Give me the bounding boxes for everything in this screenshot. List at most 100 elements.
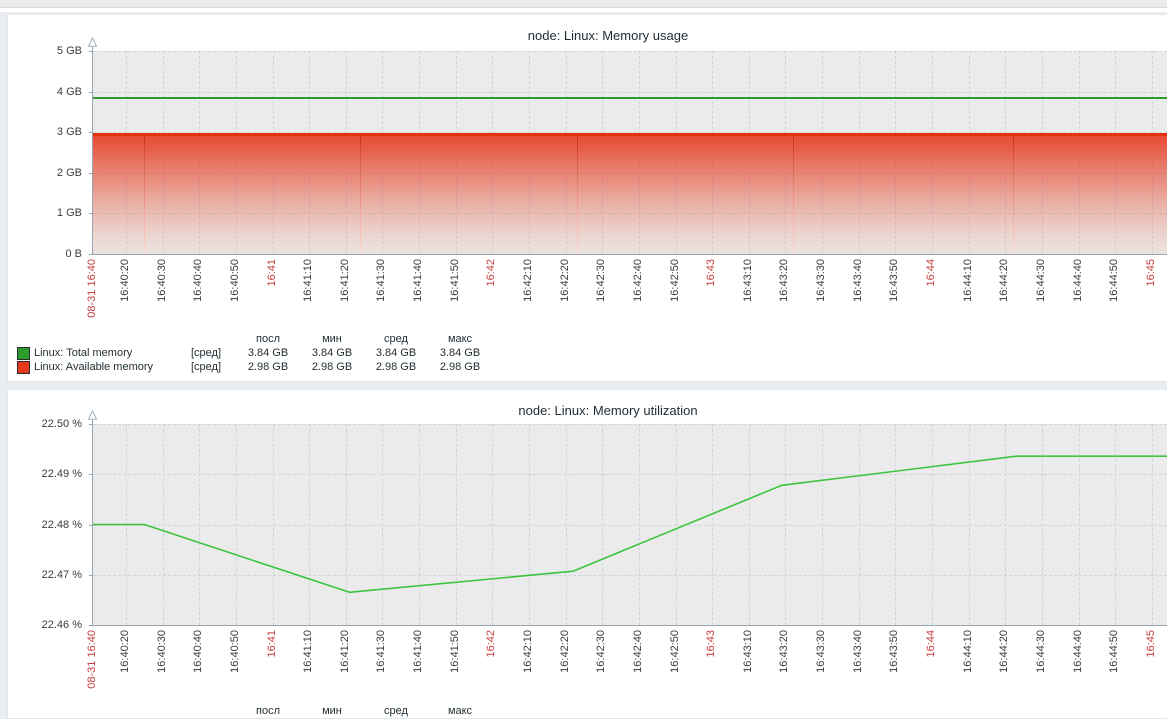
legend-aggregation: [сред] bbox=[191, 347, 236, 359]
y-tick-label: 22.47 % bbox=[8, 569, 82, 581]
x-tick-label: 16:44:10 bbox=[962, 259, 975, 302]
x-tick-label: 16:44:40 bbox=[1072, 630, 1085, 673]
legend-column-header: мин bbox=[300, 705, 364, 717]
y-axis-tick bbox=[89, 254, 93, 255]
x-tick-label: 16:43:30 bbox=[815, 630, 828, 673]
x-tick-label: 16:43:50 bbox=[888, 630, 901, 673]
x-tick-label: 16:40:40 bbox=[192, 630, 205, 673]
x-tick-label: 16:42:50 bbox=[669, 259, 682, 302]
y-tick-label: 22.49 % bbox=[8, 468, 82, 480]
x-tick-label: 16:40:50 bbox=[229, 630, 242, 673]
x-tick-label: 16:40:30 bbox=[156, 630, 169, 673]
x-tick-label: 16:41:30 bbox=[375, 630, 388, 673]
x-tick-label: 16:40:50 bbox=[229, 259, 242, 302]
y-axis-arrow-icon bbox=[88, 37, 97, 47]
legend-column-header: посл bbox=[236, 333, 300, 345]
legend: послминсредмакс bbox=[8, 704, 1167, 718]
x-tick-label: 16:41:10 bbox=[302, 259, 315, 302]
legend-value: 3.84 GB bbox=[364, 347, 428, 359]
x-tick-label: 16:44:20 bbox=[998, 259, 1011, 302]
x-tick-label: 16:44:50 bbox=[1108, 630, 1121, 673]
x-tick-label: 16:44:40 bbox=[1072, 259, 1085, 302]
legend-color-swatch bbox=[17, 361, 30, 374]
legend-color-swatch bbox=[17, 347, 30, 360]
legend: послминсредмаксLinux: Total memory[сред]… bbox=[8, 332, 1167, 374]
legend-column-header: сред bbox=[364, 333, 428, 345]
y-axis-tick bbox=[89, 92, 93, 93]
legend-column-header: мин bbox=[300, 333, 364, 345]
x-tick-label: 16:41:20 bbox=[339, 630, 352, 673]
x-tick-label: 16:42:20 bbox=[559, 630, 572, 673]
y-tick-label: 0 B bbox=[8, 248, 82, 260]
x-tick-label: 16:40:20 bbox=[119, 630, 132, 673]
y-axis-tick bbox=[89, 213, 93, 214]
page-top-strip bbox=[0, 8, 1167, 12]
x-tick-label: 16:41:40 bbox=[412, 630, 425, 673]
legend-value: 2.98 GB bbox=[428, 361, 492, 373]
browser-chrome-strip bbox=[0, 0, 1167, 8]
x-tick-label: 16:43:20 bbox=[778, 630, 791, 673]
y-axis-line bbox=[92, 416, 93, 625]
legend-column-header: посл bbox=[236, 705, 300, 717]
legend-series-name: Linux: Total memory bbox=[34, 347, 191, 359]
graph-widget-memory-usage: node: Linux: Memory usage послминсредмак… bbox=[7, 14, 1167, 382]
x-tick-label: 16:42:20 bbox=[559, 259, 572, 302]
x-tick-label: 16:42:30 bbox=[595, 259, 608, 302]
x-axis-line bbox=[92, 254, 1167, 255]
x-tick-label: 16:45 bbox=[1145, 259, 1158, 287]
area-segment-boundary bbox=[144, 136, 145, 254]
x-tick-label: 16:43 bbox=[705, 630, 718, 658]
x-tick-label: 16:41:30 bbox=[375, 259, 388, 302]
y-tick-label: 22.50 % bbox=[8, 418, 82, 430]
memory-utilization-chart: node: Linux: Memory utilization послминс… bbox=[8, 390, 1167, 718]
x-tick-label: 16:43:40 bbox=[852, 630, 865, 673]
y-tick-label: 4 GB bbox=[8, 86, 82, 98]
x-tick-label: 16:43:50 bbox=[888, 259, 901, 302]
legend-header-row: послминсредмакс bbox=[8, 332, 1167, 346]
legend-row: Linux: Available memory[сред]2.98 GB2.98… bbox=[8, 360, 1167, 374]
x-tick-label: 16:42:50 bbox=[669, 630, 682, 673]
legend-series-name: Linux: Available memory bbox=[34, 361, 191, 373]
plot-area[interactable] bbox=[93, 424, 1167, 625]
legend-value: 2.98 GB bbox=[300, 361, 364, 373]
legend-value: 2.98 GB bbox=[364, 361, 428, 373]
x-tick-label: 16:45 bbox=[1145, 630, 1158, 658]
legend-value: 2.98 GB bbox=[236, 361, 300, 373]
x-tick-label: 16:40:40 bbox=[192, 259, 205, 302]
y-axis-tick bbox=[89, 575, 93, 576]
legend-column-header: макс bbox=[428, 705, 492, 717]
x-tick-label: 16:40:30 bbox=[156, 259, 169, 302]
y-axis-tick bbox=[89, 625, 93, 626]
series-total-memory-line bbox=[93, 97, 1167, 99]
x-tick-label: 16:44:30 bbox=[1035, 630, 1048, 673]
x-tick-label: 16:44:10 bbox=[962, 630, 975, 673]
x-tick-label: 16:40:20 bbox=[119, 259, 132, 302]
x-tick-label: 16:43:10 bbox=[742, 259, 755, 302]
x-tick-label: 16:42:10 bbox=[522, 630, 535, 673]
plot-area[interactable] bbox=[93, 51, 1167, 254]
x-tick-label: 16:43 bbox=[705, 259, 718, 287]
zabbix-dashboard-page: { "page": { "background": "#E9EDF1", "ch… bbox=[0, 0, 1167, 711]
y-tick-label: 22.48 % bbox=[8, 519, 82, 531]
x-tick-label: 16:42 bbox=[485, 259, 498, 287]
y-axis-tick bbox=[89, 525, 93, 526]
x-tick-label: 16:41:40 bbox=[412, 259, 425, 302]
area-segment-boundary bbox=[793, 136, 794, 254]
y-axis-tick bbox=[89, 424, 93, 425]
chart-title: node: Linux: Memory utilization bbox=[8, 403, 1167, 418]
y-tick-label: 22.46 % bbox=[8, 619, 82, 631]
y-tick-label: 3 GB bbox=[8, 126, 82, 138]
x-tick-label: 16:41 bbox=[266, 259, 279, 287]
graph-widget-memory-utilization: node: Linux: Memory utilization послминс… bbox=[7, 389, 1167, 719]
y-tick-label: 2 GB bbox=[8, 167, 82, 179]
x-tick-label: 16:43:10 bbox=[742, 630, 755, 673]
legend-value: 3.84 GB bbox=[428, 347, 492, 359]
x-tick-label: 16:43:40 bbox=[852, 259, 865, 302]
series-utilization-line bbox=[93, 424, 1167, 625]
y-axis-tick bbox=[89, 51, 93, 52]
legend-value: 3.84 GB bbox=[300, 347, 364, 359]
x-axis-line bbox=[92, 625, 1167, 626]
x-tick-label: 16:42:10 bbox=[522, 259, 535, 302]
legend-row: Linux: Total memory[сред]3.84 GB3.84 GB3… bbox=[8, 346, 1167, 360]
x-tick-label: 16:42 bbox=[485, 630, 498, 658]
